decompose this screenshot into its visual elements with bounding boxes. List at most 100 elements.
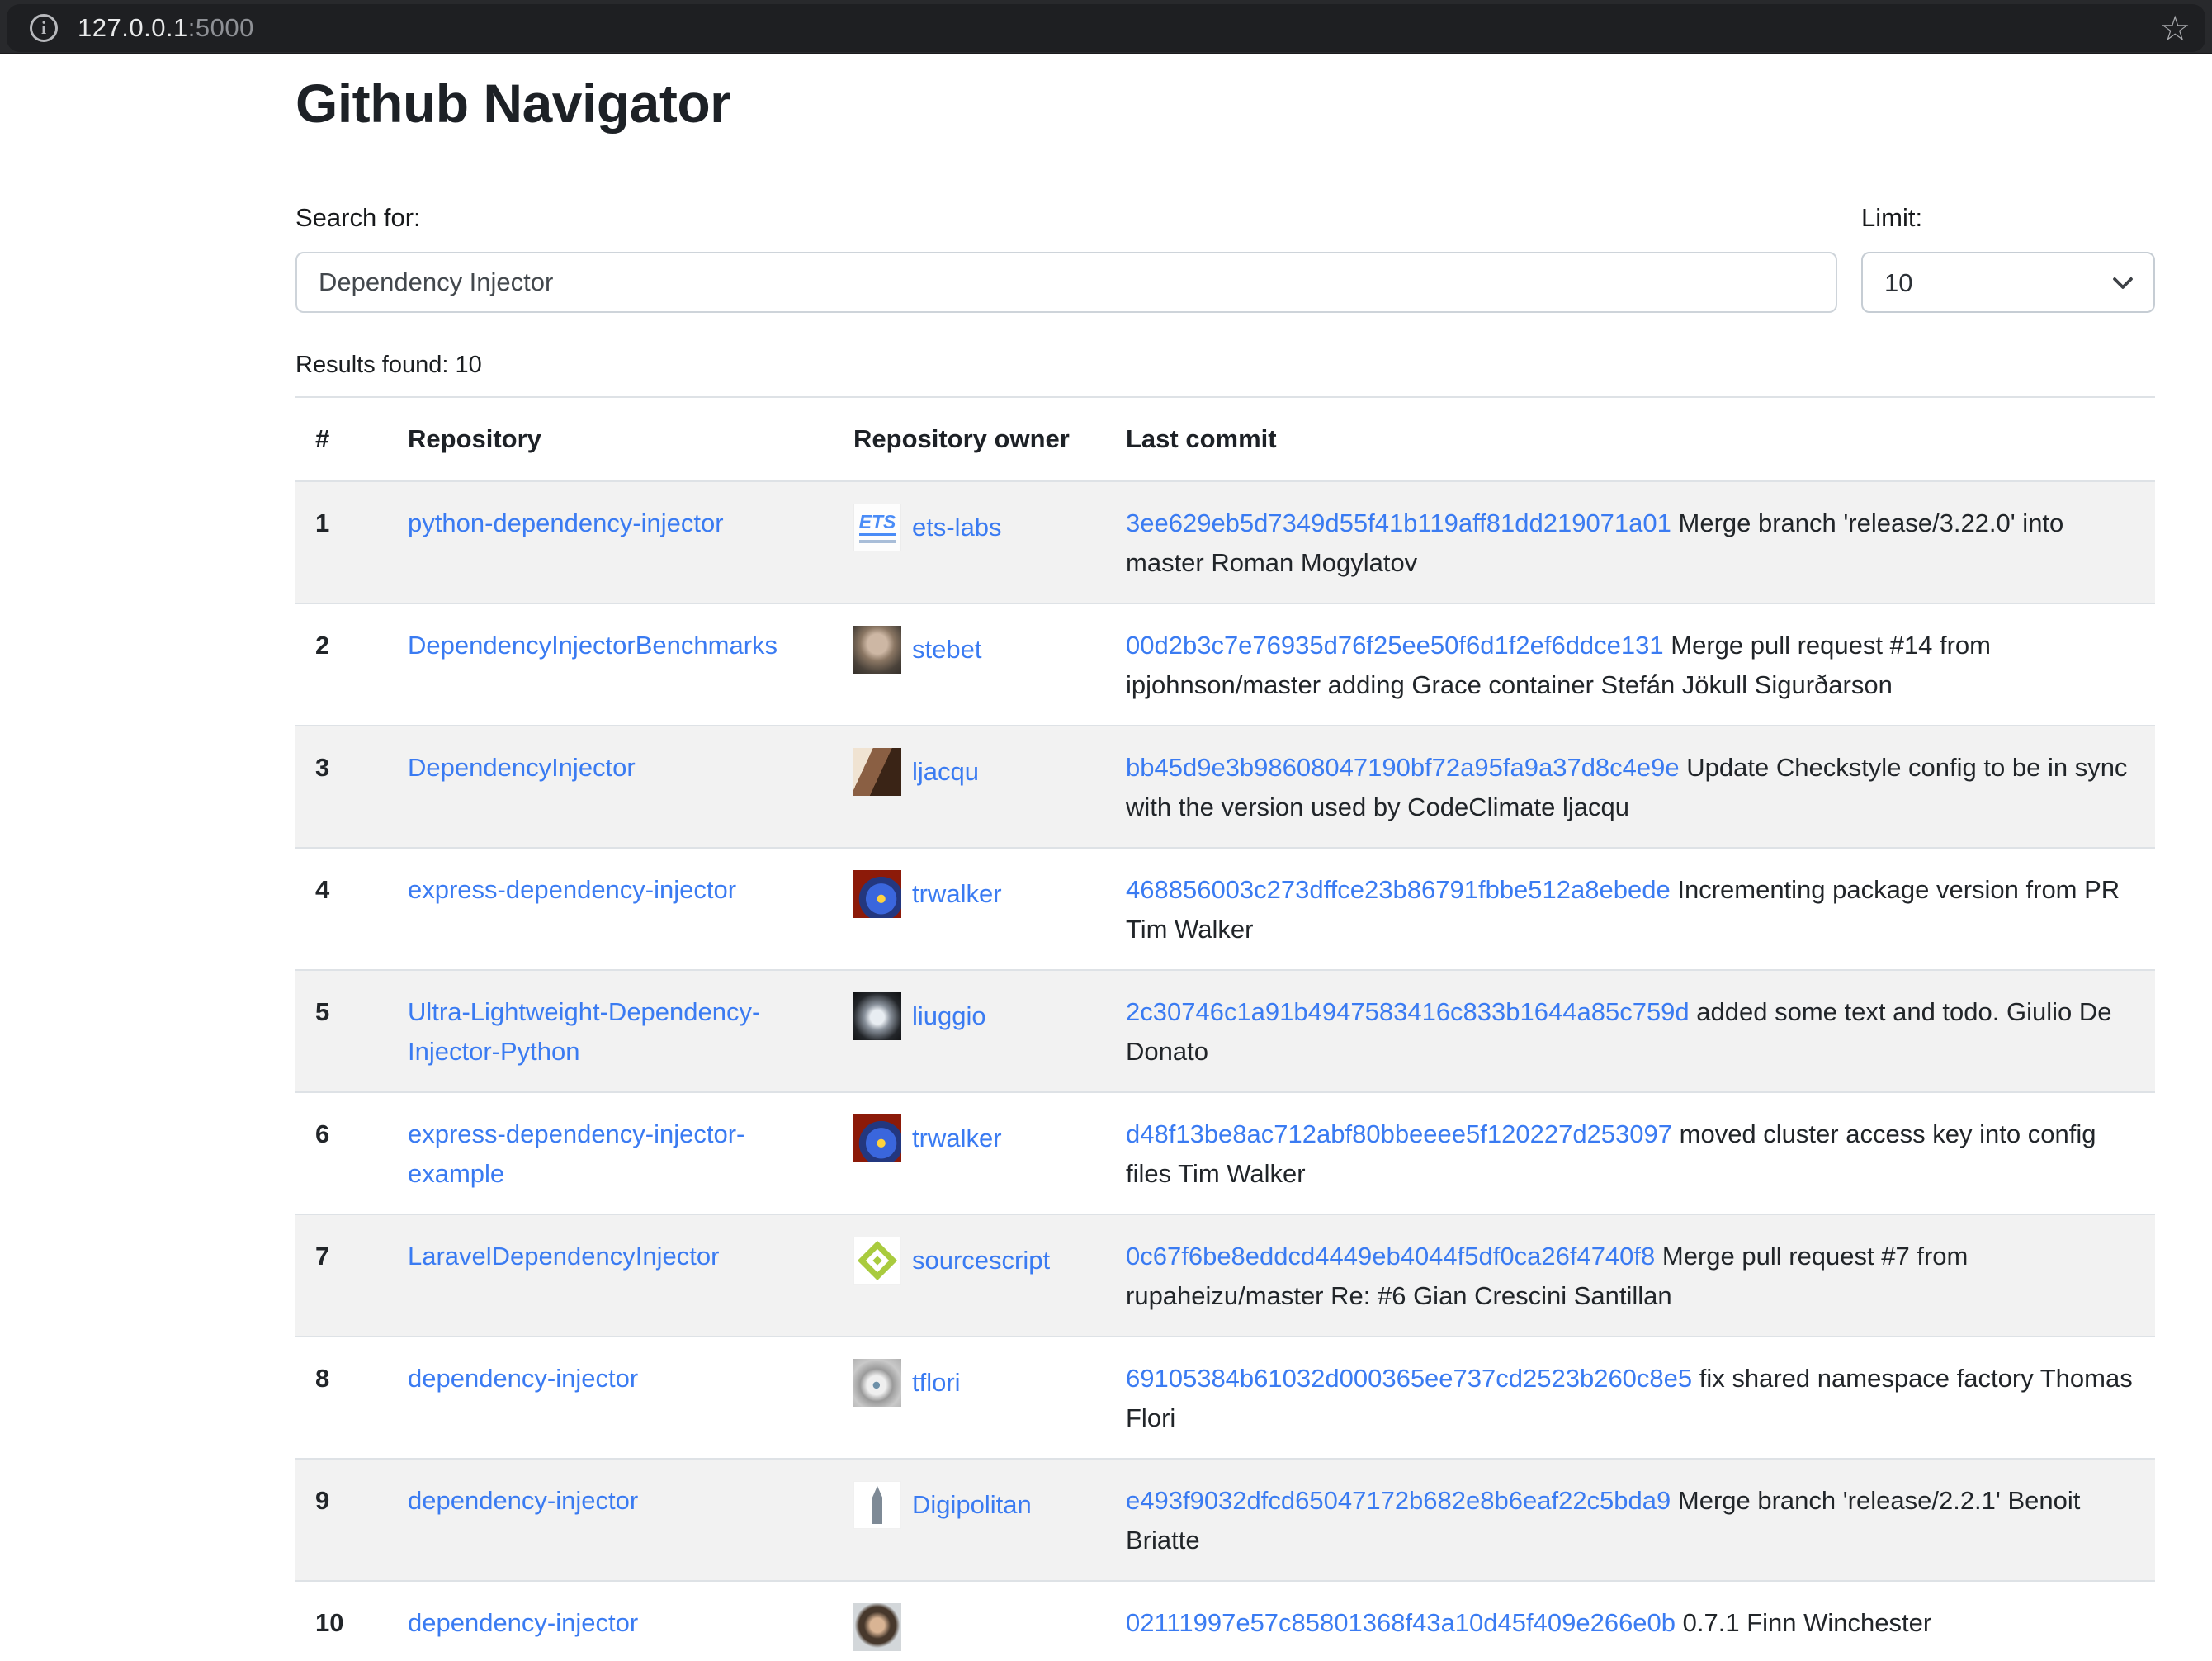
results-summary: Results found: 10 <box>295 346 2155 384</box>
commit-hash-link[interactable]: e493f9032dfcd65047172b682e8b6eaf22c5bda9 <box>1126 1486 1671 1515</box>
search-form: Search for: Limit: 10 <box>295 199 2155 313</box>
ljacqu-photo <box>853 748 901 796</box>
owner-link[interactable]: sourcescript <box>912 1241 1050 1280</box>
commit-cell: e493f9032dfcd65047172b682e8b6eaf22c5bda9… <box>1106 1459 2155 1581</box>
owner-cell: trwalker <box>853 1114 1086 1162</box>
url-port: :5000 <box>188 13 254 42</box>
page-title: Github Navigator <box>295 71 2155 136</box>
commit-cell: 69105384b61032d000365ee737cd2523b260c8e5… <box>1106 1337 2155 1459</box>
table-row: 7 LaravelDependencyInjector sourcescript… <box>295 1214 2155 1337</box>
commit-cell: 468856003c273dffce23b86791fbbe512a8ebede… <box>1106 848 2155 970</box>
owner-cell: FinnWinchester <box>853 1603 1086 1661</box>
row-number: 10 <box>295 1581 388 1661</box>
table-row: 10 dependency-injector FinnWinchester 02… <box>295 1581 2155 1661</box>
ets-labs-logo <box>853 504 901 551</box>
limit-select[interactable]: 10 <box>1861 252 2155 313</box>
repo-link[interactable]: express-dependency-injector <box>408 875 736 904</box>
commit-cell: 00d2b3c7e76935d76f25ee50f6d1f2ef6ddce131… <box>1106 603 2155 726</box>
row-number: 4 <box>295 848 388 970</box>
header-repository: Repository <box>388 397 834 481</box>
table-header-row: # Repository Repository owner Last commi… <box>295 397 2155 481</box>
owner-link[interactable]: ets-labs <box>912 508 1002 547</box>
commit-hash-link[interactable]: 02111997e57c85801368f43a10d45f409e266e0b <box>1126 1608 1676 1637</box>
repo-link[interactable]: dependency-injector <box>408 1364 638 1393</box>
repo-link[interactable]: DependencyInjectorBenchmarks <box>408 631 778 660</box>
table-row: 6 express-dependency-injector-example tr… <box>295 1092 2155 1214</box>
owner-cell: trwalker <box>853 870 1086 918</box>
finnwinchester-photo <box>853 1603 901 1651</box>
url-text: 127.0.0.1:5000 <box>78 13 254 43</box>
trwalker-ninja-avatar <box>853 1114 901 1162</box>
page-content: Github Navigator Search for: Limit: 10 R… <box>295 54 2155 1661</box>
owner-cell: Digipolitan <box>853 1481 1086 1529</box>
owner-link[interactable]: FinnWinchester <box>853 1656 1031 1661</box>
row-number: 5 <box>295 970 388 1092</box>
info-icon[interactable] <box>30 14 58 42</box>
limit-label: Limit: <box>1861 199 2155 237</box>
commit-cell: d48f13be8ac712abf80bbeeee5f120227d253097… <box>1106 1092 2155 1214</box>
row-number: 6 <box>295 1092 388 1214</box>
header-last-commit: Last commit <box>1106 397 2155 481</box>
search-label: Search for: <box>295 199 1837 237</box>
owner-cell: sourcescript <box>853 1237 1086 1285</box>
repo-link[interactable]: dependency-injector <box>408 1608 638 1637</box>
header-repository-owner: Repository owner <box>834 397 1106 481</box>
owner-cell: tflori <box>853 1359 1086 1407</box>
repo-link[interactable]: Ultra-Lightweight-Dependency-Injector-Py… <box>408 997 760 1066</box>
commit-cell: 0c67f6be8eddcd4449eb4044f5df0ca26f4740f8… <box>1106 1214 2155 1337</box>
table-row: 8 dependency-injector tflori 69105384b61… <box>295 1337 2155 1459</box>
owner-cell: ets-labs <box>853 504 1086 551</box>
commit-hash-link[interactable]: 69105384b61032d000365ee737cd2523b260c8e5 <box>1126 1364 1692 1393</box>
row-number: 1 <box>295 481 388 603</box>
commit-hash-link[interactable]: d48f13be8ac712abf80bbeeee5f120227d253097 <box>1126 1119 1672 1148</box>
star-bookmark-icon[interactable]: ☆ <box>2159 8 2191 49</box>
repo-link[interactable]: LaravelDependencyInjector <box>408 1242 719 1271</box>
table-body: 1 python-dependency-injector ets-labs 3e… <box>295 481 2155 1661</box>
table-row: 1 python-dependency-injector ets-labs 3e… <box>295 481 2155 603</box>
owner-link[interactable]: stebet <box>912 630 981 670</box>
owner-link[interactable]: Digipolitan <box>912 1485 1032 1525</box>
owner-link[interactable]: tflori <box>912 1363 961 1403</box>
digipolitan-spire-logo <box>853 1481 901 1529</box>
row-number: 8 <box>295 1337 388 1459</box>
owner-cell: liuggio <box>853 992 1086 1040</box>
trwalker-ninja-avatar <box>853 870 901 918</box>
header-number: # <box>295 397 388 481</box>
table-row: 5 Ultra-Lightweight-Dependency-Injector-… <box>295 970 2155 1092</box>
commit-hash-link[interactable]: bb45d9e3b98608047190bf72a95fa9a37d8c4e9e <box>1126 753 1680 782</box>
repo-link[interactable]: DependencyInjector <box>408 753 636 782</box>
commit-hash-link[interactable]: 2c30746c1a91b4947583416c833b1644a85c759d <box>1126 997 1690 1026</box>
liuggio-photo <box>853 992 901 1040</box>
table-row: 2 DependencyInjectorBenchmarks stebet 00… <box>295 603 2155 726</box>
row-number: 9 <box>295 1459 388 1581</box>
address-bar[interactable]: 127.0.0.1:5000 <box>7 4 2205 52</box>
repo-link[interactable]: python-dependency-injector <box>408 509 724 537</box>
tflori-eye-photo <box>853 1359 901 1407</box>
table-row: 3 DependencyInjector ljacqu bb45d9e3b986… <box>295 726 2155 848</box>
owner-link[interactable]: ljacqu <box>912 752 979 792</box>
commit-hash-link[interactable]: 00d2b3c7e76935d76f25ee50f6d1f2ef6ddce131 <box>1126 631 1664 660</box>
commit-hash-link[interactable]: 3ee629eb5d7349d55f41b119aff81dd219071a01 <box>1126 509 1671 537</box>
table-row: 9 dependency-injector Digipolitan e493f9… <box>295 1459 2155 1581</box>
sourcescript-green-diamond-logo <box>853 1237 901 1285</box>
owner-link[interactable]: liuggio <box>912 996 986 1036</box>
search-input[interactable] <box>295 252 1837 313</box>
commit-cell: 2c30746c1a91b4947583416c833b1644a85c759d… <box>1106 970 2155 1092</box>
commit-cell: bb45d9e3b98608047190bf72a95fa9a37d8c4e9e… <box>1106 726 2155 848</box>
owner-link[interactable]: trwalker <box>912 1119 1002 1158</box>
table-row: 4 express-dependency-injector trwalker 4… <box>295 848 2155 970</box>
commit-message: 0.7.1 Finn Winchester <box>1676 1608 1931 1637</box>
browser-toolbar: 127.0.0.1:5000 ☆ <box>0 0 2212 54</box>
commit-cell: 02111997e57c85801368f43a10d45f409e266e0b… <box>1106 1581 2155 1661</box>
row-number: 7 <box>295 1214 388 1337</box>
owner-link[interactable]: trwalker <box>912 874 1002 914</box>
commit-hash-link[interactable]: 0c67f6be8eddcd4449eb4044f5df0ca26f4740f8 <box>1126 1242 1655 1271</box>
owner-cell: ljacqu <box>853 748 1086 796</box>
repo-link[interactable]: dependency-injector <box>408 1486 638 1515</box>
owner-cell: stebet <box>853 626 1086 674</box>
row-number: 2 <box>295 603 388 726</box>
commit-hash-link[interactable]: 468856003c273dffce23b86791fbbe512a8ebede <box>1126 875 1671 904</box>
commit-cell: 3ee629eb5d7349d55f41b119aff81dd219071a01… <box>1106 481 2155 603</box>
repo-link[interactable]: express-dependency-injector-example <box>408 1119 744 1188</box>
row-number: 3 <box>295 726 388 848</box>
